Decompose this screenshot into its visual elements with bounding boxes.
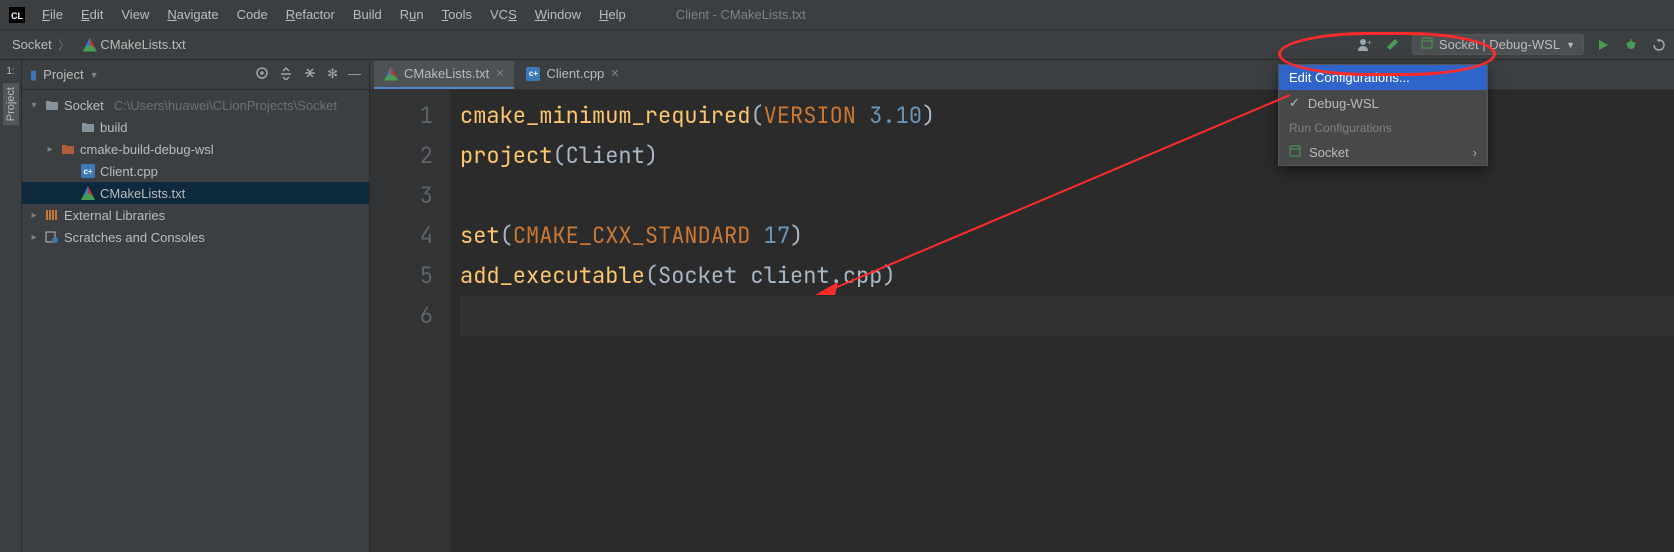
build-hammer-icon[interactable] [1384,36,1402,54]
tree-node-cmake-build[interactable]: ▸ cmake-build-debug-wsl [22,138,369,160]
svg-text:CL: CL [11,11,23,21]
window-title: Client - CMakeLists.txt [676,7,806,22]
menu-window[interactable]: Window [527,3,589,26]
clion-logo-icon: CL [8,6,26,24]
menu-build[interactable]: Build [345,3,390,26]
folder-icon [44,99,60,111]
tree-node-build[interactable]: build [22,116,369,138]
dropdown-header: Run Configurations [1279,116,1487,140]
dropdown-socket[interactable]: Socket › [1279,140,1487,165]
menu-refactor[interactable]: Refactor [278,3,343,26]
menu-help[interactable]: Help [591,3,634,26]
menu-run[interactable]: Run [392,3,432,26]
tool-window-button-project[interactable]: Project [3,83,19,125]
menu-navigate[interactable]: Navigate [159,3,226,26]
menubar: CL File Edit View Navigate Code Refactor… [0,0,1674,30]
project-panel-header: ▮ Project ▼ ✻ — [22,60,369,90]
cmake-icon [384,67,398,81]
user-icon[interactable]: + [1356,36,1374,54]
folder-excluded-icon [60,143,76,155]
code-content[interactable]: cmake_minimum_required(VERSION 3.10)proj… [450,90,1674,552]
menu-view[interactable]: View [113,3,157,26]
collapse-all-icon[interactable] [303,66,317,83]
project-panel-title[interactable]: Project [43,67,83,82]
gear-icon[interactable]: ✻ [327,66,338,83]
tool-window-button-index[interactable]: 1: [6,66,14,77]
project-tree: ▾ Socket C:\Users\huawei\CLionProjects\S… [22,90,369,252]
cmake-icon [83,38,97,52]
application-icon [1289,145,1301,160]
run-icon[interactable] [1594,36,1612,54]
tool-window-stripe: 1: Project [0,60,22,552]
breadcrumb-file[interactable]: CMakeLists.txt [77,37,192,52]
run-config-label: Socket | Debug-WSL [1439,37,1560,52]
tab-cmakelists[interactable]: CMakeLists.txt ✕ [374,61,514,89]
folder-icon [80,121,96,133]
project-panel: ▮ Project ▼ ✻ — ▾ [22,60,370,552]
menu-file[interactable]: File [34,3,71,26]
dropdown-edit-configurations[interactable]: Edit Configurations... [1279,65,1487,90]
tree-node-cmakelists[interactable]: CMakeLists.txt [22,182,369,204]
expand-all-icon[interactable] [279,66,293,83]
chevron-down-icon: ▼ [1566,40,1575,50]
navigation-bar: Socket〉 CMakeLists.txt + Socket | Debug-… [0,30,1674,60]
breadcrumb-root[interactable]: Socket〉 [6,35,77,54]
application-icon [1421,37,1433,52]
menu-code[interactable]: Code [229,3,276,26]
line-gutter[interactable]: 1 2 3 4 5 6 [370,90,450,552]
cpp-file-icon: c+ [80,164,96,178]
project-view-icon: ▮ [30,67,37,83]
hide-panel-icon[interactable]: — [348,66,361,83]
svg-text:+: + [1367,38,1372,47]
locate-icon[interactable] [255,66,269,83]
dropdown-debug-wsl[interactable]: ✓ Debug-WSL [1279,90,1487,116]
chevron-right-icon: › [1473,145,1477,160]
scratches-icon [44,231,60,243]
close-icon[interactable]: ✕ [495,67,504,80]
menu-vcs[interactable]: VCS [482,3,525,26]
tree-node-scratches[interactable]: ▸ Scratches and Consoles [22,226,369,248]
run-config-dropdown: Edit Configurations... ✓ Debug-WSL Run C… [1278,64,1488,166]
more-icon[interactable] [1650,36,1668,54]
tree-node-client-cpp[interactable]: c+ Client.cpp [22,160,369,182]
tree-node-root[interactable]: ▾ Socket C:\Users\huawei\CLionProjects\S… [22,94,369,116]
run-config-selector[interactable]: Socket | Debug-WSL ▼ [1412,34,1584,55]
chevron-down-icon: ▼ [90,70,99,80]
menu-tools[interactable]: Tools [434,3,480,26]
check-icon: ✓ [1289,95,1300,111]
cmake-icon [80,186,96,200]
cpp-file-icon: c+ [526,67,540,81]
tree-node-external-libraries[interactable]: ▸ External Libraries [22,204,369,226]
library-icon [44,209,60,221]
menu-edit[interactable]: Edit [73,3,111,26]
debug-icon[interactable] [1622,36,1640,54]
close-icon[interactable]: ✕ [610,67,619,80]
tab-client-cpp[interactable]: c+ Client.cpp ✕ [516,61,629,89]
